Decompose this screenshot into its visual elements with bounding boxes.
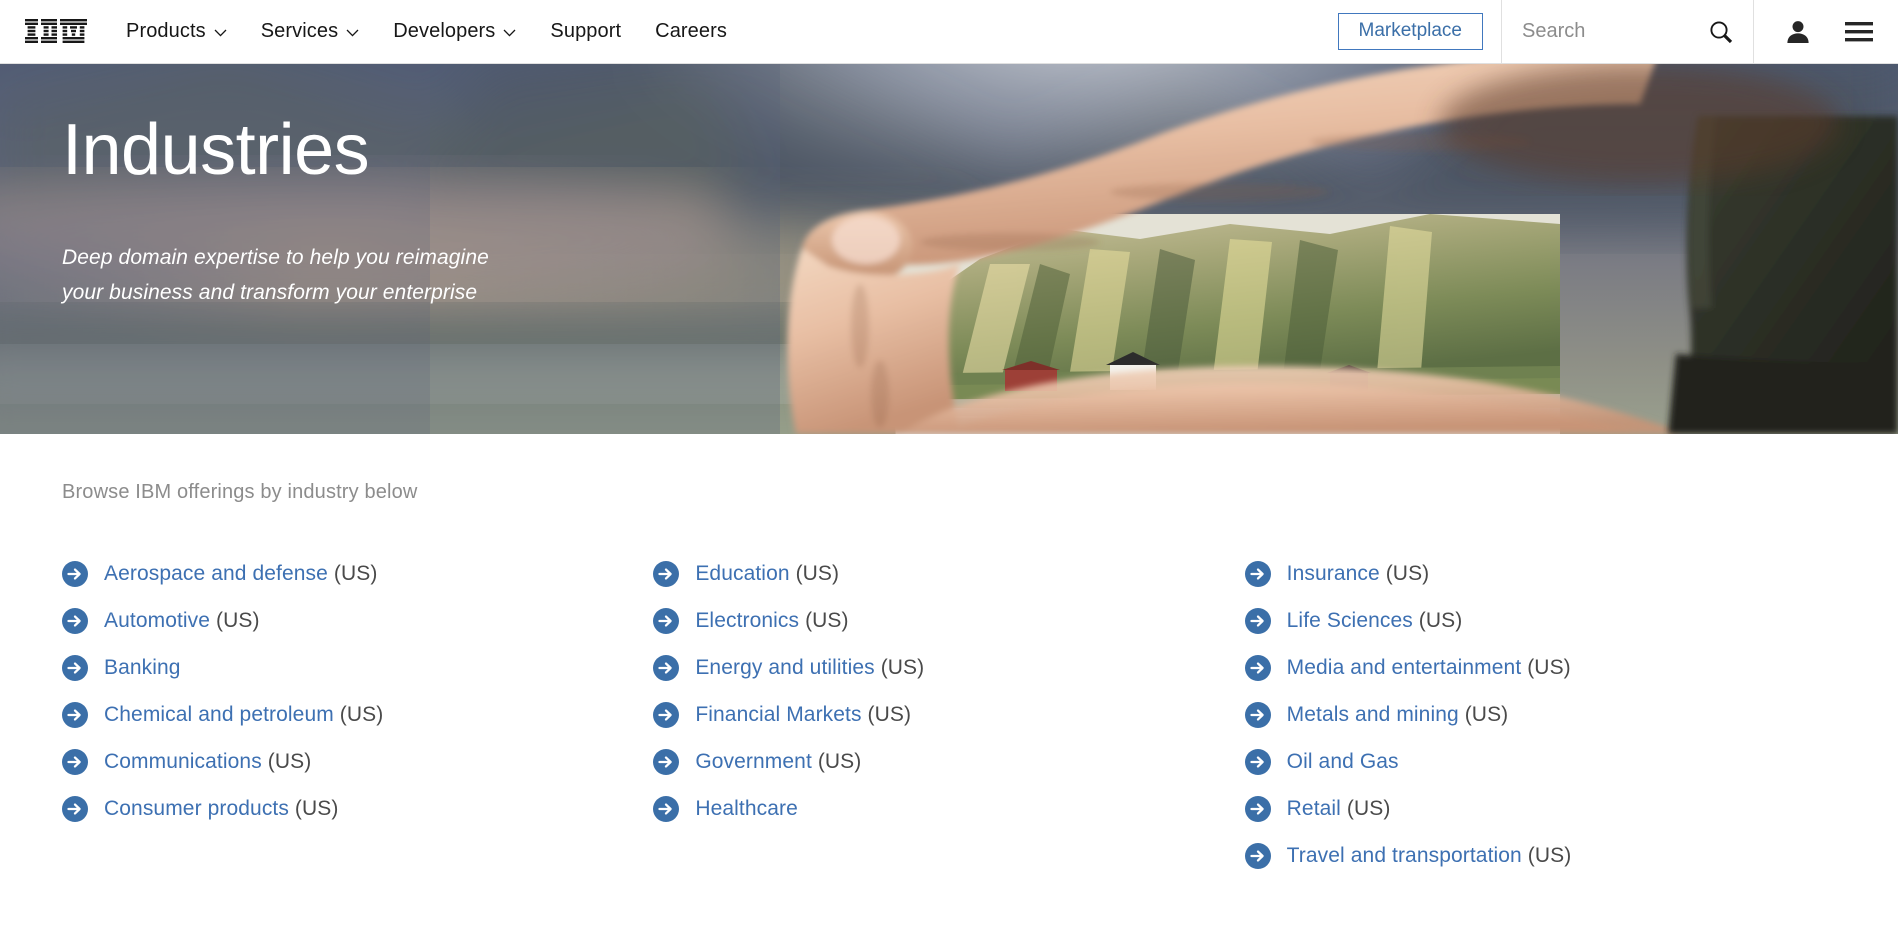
hero-subtitle: Deep domain expertise to help you reimag… [62, 246, 489, 304]
industry-column-1: Aerospace and defense (US) Automotive (U… [62, 550, 653, 879]
industry-link-healthcare[interactable]: Healthcare [653, 785, 1244, 832]
industry-label: Energy and utilities (US) [695, 655, 925, 679]
industry-link-life-sciences[interactable]: Life Sciences (US) [1244, 597, 1836, 644]
arrow-right-circle-icon [1244, 560, 1271, 587]
industry-column-2: Education (US) Electronics (US) Energy a… [653, 550, 1244, 879]
masthead-icon-group [1753, 0, 1898, 63]
arrow-right-circle-icon [653, 795, 680, 822]
arrow-right-circle-icon [1244, 842, 1271, 869]
industry-link-retail[interactable]: Retail (US) [1244, 785, 1836, 832]
browse-label: Browse IBM offerings by industry below [62, 481, 418, 503]
chevron-down-icon [214, 29, 227, 37]
arrow-right-circle-icon [62, 701, 88, 728]
industry-columns: Aerospace and defense (US) Automotive (U… [62, 550, 1836, 879]
industry-link-automotive[interactable]: Automotive (US) [62, 597, 653, 644]
industry-label: Automotive (US) [104, 608, 260, 632]
arrow-right-circle-icon [1244, 654, 1271, 681]
nav-label: Developers [393, 20, 496, 42]
arrow-right-circle-icon [62, 748, 88, 775]
nav-item-products[interactable]: Products [109, 0, 244, 63]
industry-label: Electronics (US) [695, 608, 849, 632]
industry-label: Retail (US) [1286, 796, 1391, 820]
industry-label: Consumer products (US) [104, 796, 339, 820]
ibm-logo[interactable] [25, 19, 87, 44]
industry-label: Banking [104, 655, 181, 679]
arrow-right-circle-icon [1244, 607, 1271, 634]
industry-link-energy-and-utilities[interactable]: Energy and utilities (US) [653, 644, 1244, 691]
industry-label: Oil and Gas [1286, 749, 1399, 773]
industry-label: Chemical and petroleum (US) [104, 702, 384, 726]
page-title: Industries [62, 110, 370, 190]
hamburger-menu-icon[interactable] [1844, 20, 1874, 44]
industries-section: Browse IBM offerings by industry below A… [0, 434, 1898, 879]
arrow-right-circle-icon [653, 607, 680, 634]
arrow-right-circle-icon [1244, 795, 1271, 822]
industry-link-oil-and-gas[interactable]: Oil and Gas [1244, 738, 1836, 785]
industry-link-education[interactable]: Education (US) [653, 550, 1244, 597]
masthead-right: Marketplace [1320, 0, 1898, 63]
industry-link-financial-markets[interactable]: Financial Markets (US) [653, 691, 1244, 738]
chevron-down-icon [503, 29, 516, 37]
industry-label: Media and entertainment (US) [1286, 655, 1571, 679]
marketplace-container: Marketplace [1320, 0, 1502, 63]
arrow-right-circle-icon [653, 560, 680, 587]
industry-link-insurance[interactable]: Insurance (US) [1244, 550, 1836, 597]
nav-label: Products [126, 20, 206, 42]
industry-link-travel-and-transportation[interactable]: Travel and transportation (US) [1244, 832, 1836, 879]
arrow-right-circle-icon [653, 654, 680, 681]
nav-item-services[interactable]: Services [244, 0, 377, 63]
industry-label: Life Sciences (US) [1286, 608, 1463, 632]
masthead: Products Services Developers Support Car… [0, 0, 1898, 64]
search-container [1501, 0, 1753, 63]
industry-label: Communications (US) [104, 749, 312, 773]
industry-link-banking[interactable]: Banking [62, 644, 653, 691]
masthead-spacer [744, 0, 1320, 63]
arrow-right-circle-icon [62, 795, 88, 822]
industry-link-government[interactable]: Government (US) [653, 738, 1244, 785]
arrow-right-circle-icon [1244, 701, 1271, 728]
industry-label: Financial Markets (US) [695, 702, 912, 726]
arrow-right-circle-icon [62, 607, 88, 634]
primary-navigation: Products Services Developers Support Car… [109, 0, 744, 63]
industry-label: Travel and transportation (US) [1286, 843, 1572, 867]
user-account-icon[interactable] [1784, 18, 1812, 46]
industry-link-communications[interactable]: Communications (US) [62, 738, 653, 785]
industry-column-3: Insurance (US) Life Sciences (US) Media … [1244, 550, 1836, 879]
arrow-right-circle-icon [653, 701, 680, 728]
industry-label: Education (US) [695, 561, 840, 585]
search-icon[interactable] [1707, 18, 1735, 46]
industry-link-chemical-and-petroleum[interactable]: Chemical and petroleum (US) [62, 691, 653, 738]
arrow-right-circle-icon [653, 748, 680, 775]
industry-label: Insurance (US) [1286, 561, 1430, 585]
industry-label: Metals and mining (US) [1286, 702, 1509, 726]
industry-label: Aerospace and defense (US) [104, 561, 378, 585]
arrow-right-circle-icon [62, 654, 88, 681]
search-input[interactable] [1522, 20, 1692, 43]
nav-item-careers[interactable]: Careers [638, 0, 744, 63]
nav-label: Services [260, 20, 339, 42]
chevron-down-icon [346, 29, 359, 37]
nav-item-support[interactable]: Support [533, 0, 638, 63]
arrow-right-circle-icon [1244, 748, 1271, 775]
masthead-left: Products Services Developers Support Car… [0, 0, 744, 63]
industry-label: Government (US) [695, 749, 862, 773]
marketplace-button[interactable]: Marketplace [1337, 12, 1483, 51]
industry-link-consumer-products[interactable]: Consumer products (US) [62, 785, 653, 832]
industry-link-aerospace-and-defense[interactable]: Aerospace and defense (US) [62, 550, 653, 597]
arrow-right-circle-icon [62, 560, 88, 587]
industry-label: Healthcare [695, 796, 798, 820]
nav-label: Careers [655, 20, 727, 42]
industry-link-electronics[interactable]: Electronics (US) [653, 597, 1244, 644]
hero-banner: Industries Deep domain expertise to help… [0, 64, 1898, 434]
hero-content: Industries Deep domain expertise to help… [62, 64, 682, 310]
industry-link-metals-and-mining[interactable]: Metals and mining (US) [1244, 691, 1836, 738]
industry-link-media-and-entertainment[interactable]: Media and entertainment (US) [1244, 644, 1836, 691]
nav-label: Support [550, 20, 622, 42]
nav-item-developers[interactable]: Developers [376, 0, 533, 63]
